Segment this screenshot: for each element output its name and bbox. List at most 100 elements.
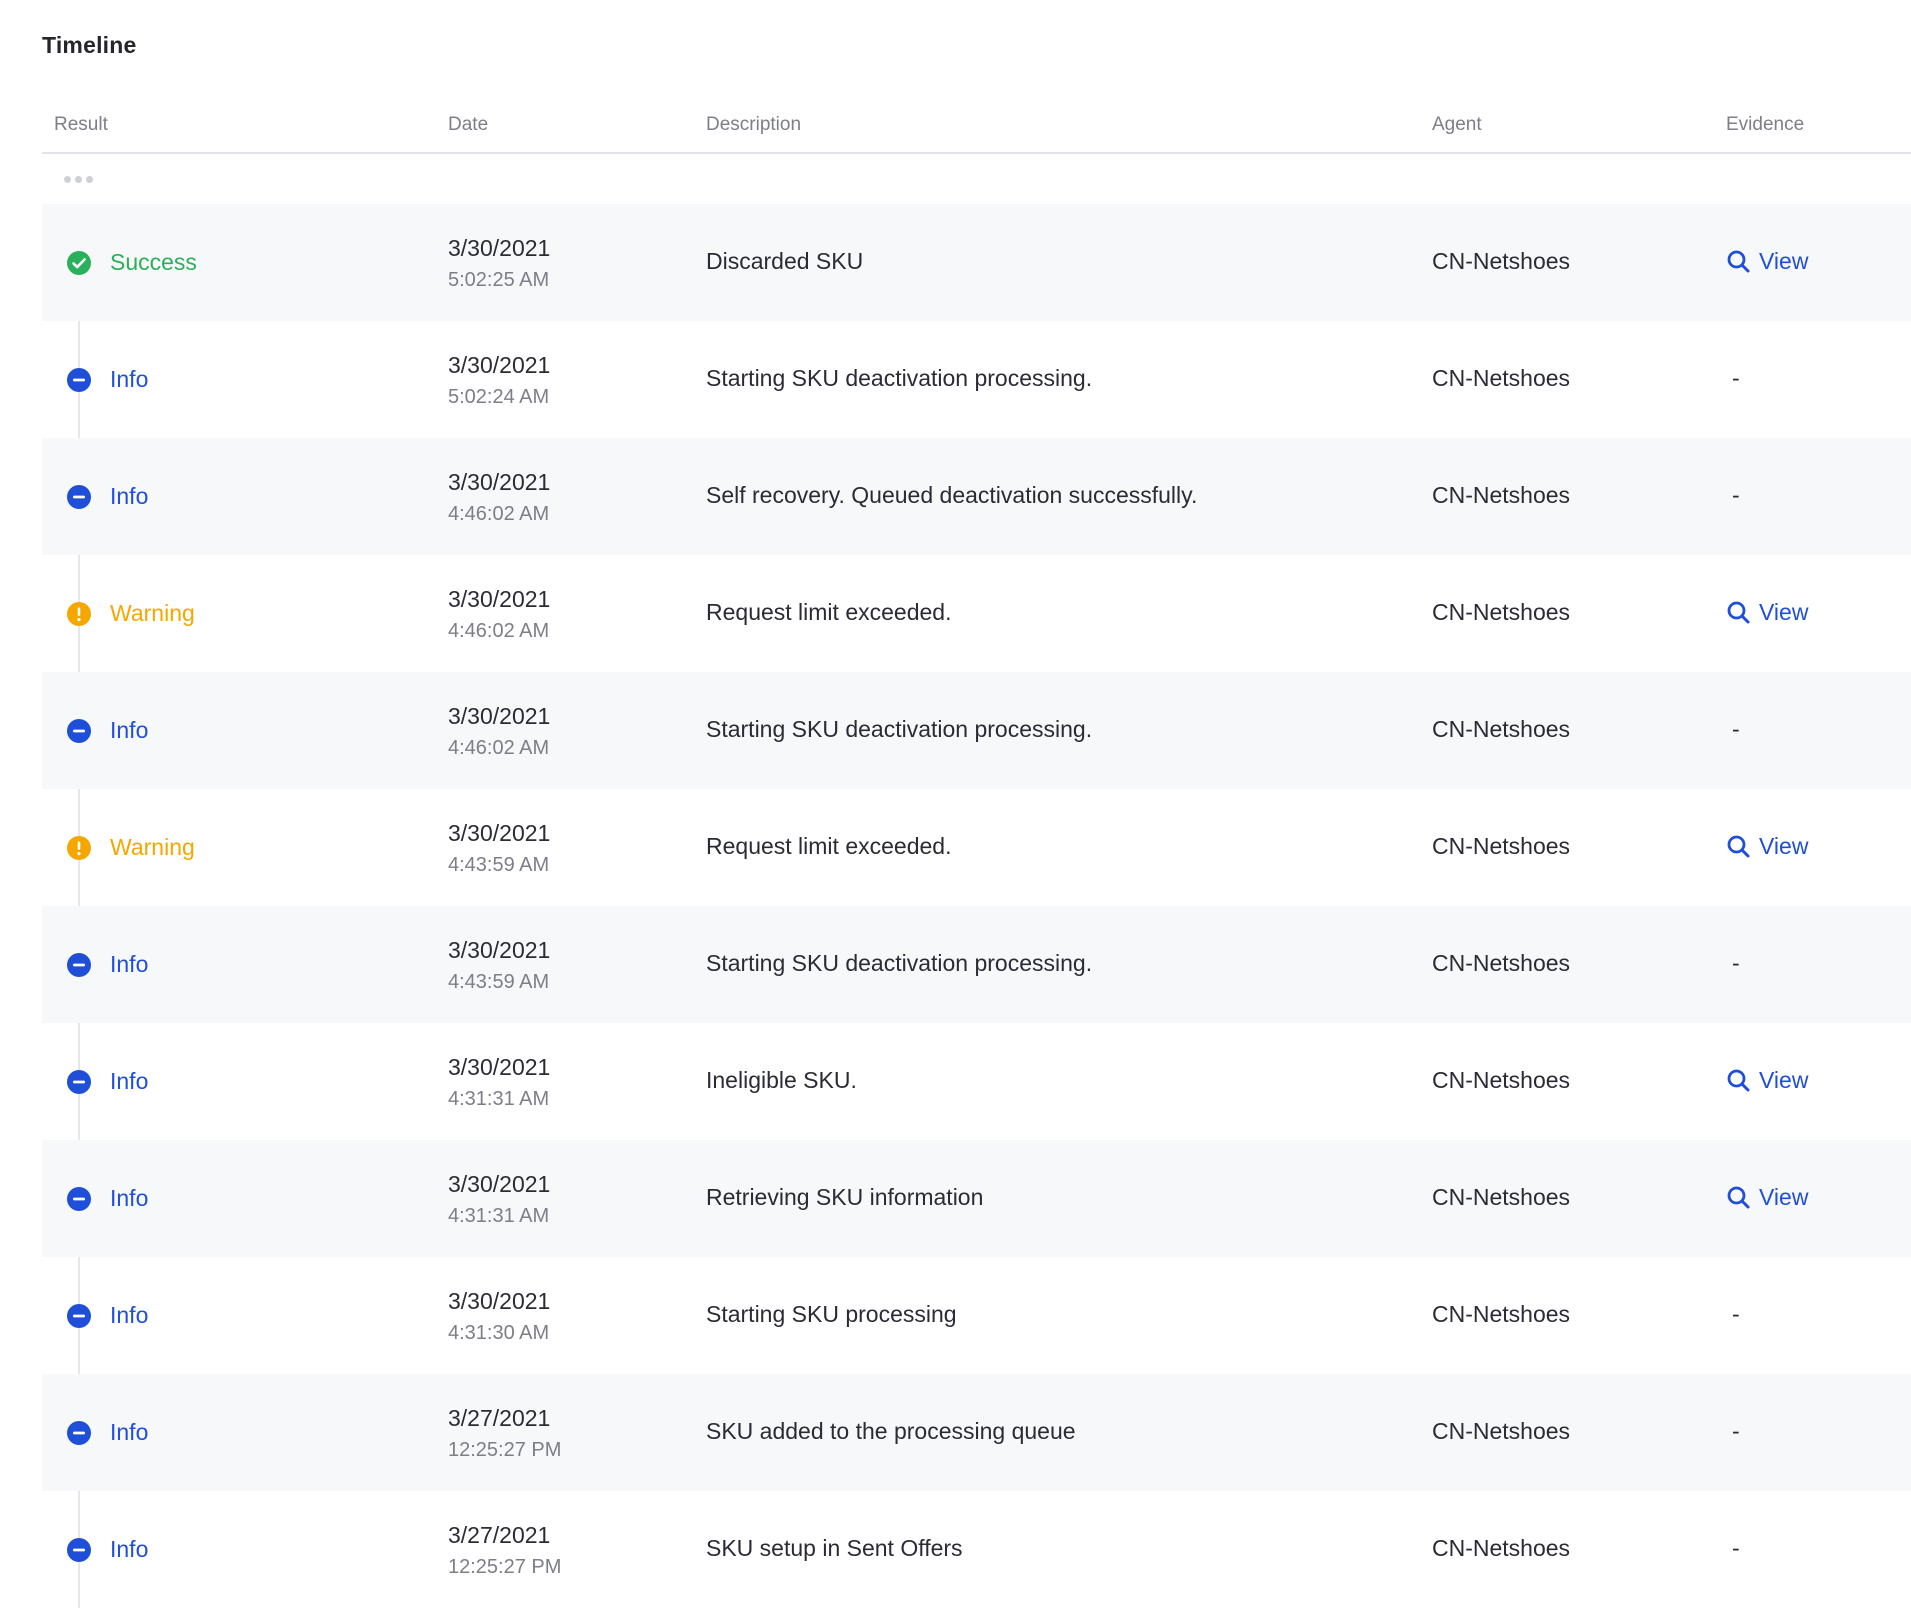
ellipsis-dot — [75, 176, 82, 183]
view-evidence-link[interactable]: View — [1726, 1067, 1808, 1094]
evidence-cell: View — [1726, 833, 1808, 865]
date-cell: 3/30/2021 4:46:02 AM — [448, 583, 550, 647]
table-row: Info 3/30/2021 4:46:02 AM Starting SKU deac… — [42, 672, 1911, 789]
date-cell: 3/27/2021 12:25:27 PM — [448, 1402, 561, 1466]
result-status: Info — [66, 1302, 148, 1329]
more-ellipsis-icon[interactable] — [64, 176, 93, 183]
agent-cell: CN-Netshoes — [1432, 599, 1571, 625]
agent-cell: CN-Netshoes — [1432, 365, 1571, 391]
date-value: 3/30/2021 — [448, 937, 551, 963]
evidence-cell: - — [1726, 1535, 1740, 1562]
time-value: 4:46:02 AM — [448, 620, 550, 642]
evidence-empty: - — [1732, 716, 1740, 742]
minus-circle-icon — [66, 1303, 92, 1329]
result-label: Warning — [110, 834, 195, 860]
description-cell: Request limit exceeded. — [706, 599, 952, 625]
minus-circle-icon — [66, 952, 92, 978]
time-value: 4:43:59 AM — [448, 971, 550, 993]
date-cell: 3/27/2021 12:25:27 PM — [448, 1519, 561, 1583]
view-evidence-link[interactable]: View — [1726, 1184, 1808, 1211]
date-value: 3/30/2021 — [448, 1054, 551, 1080]
evidence-cell: View — [1726, 1184, 1808, 1216]
result-label: Success — [110, 249, 197, 275]
time-value: 12:25:27 PM — [448, 1556, 562, 1578]
time-value: 4:31:31 AM — [448, 1205, 550, 1227]
date-cell: 3/30/2021 4:46:02 AM — [448, 466, 550, 530]
result-status: Info — [66, 366, 148, 393]
evidence-cell: View — [1726, 1067, 1808, 1099]
description-cell: SKU added to the processing queue — [706, 1418, 1076, 1444]
evidence-cell: - — [1726, 365, 1740, 392]
date-cell: 3/30/2021 4:46:02 AM — [448, 700, 550, 764]
table-row: Info 3/30/2021 4:31:30 AM Starting SKU proc… — [42, 1257, 1911, 1374]
description-cell: Ineligible SKU. — [706, 1067, 857, 1093]
result-label: Info — [110, 1302, 149, 1328]
view-evidence-link[interactable]: View — [1726, 833, 1808, 860]
check-circle-icon — [66, 250, 92, 276]
agent-cell: CN-Netshoes — [1432, 1418, 1571, 1444]
agent-cell: CN-Netshoes — [1432, 248, 1571, 274]
evidence-empty: - — [1732, 365, 1740, 391]
evidence-empty: - — [1732, 950, 1740, 976]
evidence-empty: - — [1732, 1535, 1740, 1561]
result-label: Info — [110, 366, 149, 392]
view-label: View — [1759, 599, 1809, 625]
time-value: 4:31:30 AM — [448, 1322, 550, 1344]
date-cell: 3/30/2021 4:31:31 AM — [448, 1168, 550, 1232]
result-label: Info — [110, 717, 149, 743]
timeline-table: Result Date Description Agent Evidence S… — [42, 100, 1911, 1608]
evidence-cell: View — [1726, 599, 1808, 631]
date-value: 3/30/2021 — [448, 820, 551, 846]
column-header-date: Date — [448, 114, 489, 135]
table-row: Info 3/30/2021 4:31:31 AM Ineligible SKU. CN… — [42, 1023, 1911, 1140]
description-cell: Request limit exceeded. — [706, 833, 952, 859]
agent-cell: CN-Netshoes — [1432, 1067, 1571, 1093]
search-icon — [1726, 1185, 1751, 1210]
view-evidence-link[interactable]: View — [1726, 248, 1808, 275]
time-value: 12:25:27 PM — [448, 1439, 562, 1461]
evidence-cell: - — [1726, 950, 1740, 977]
time-value: 4:43:59 AM — [448, 854, 550, 876]
result-status: Info — [66, 1419, 148, 1446]
date-value: 3/27/2021 — [448, 1522, 551, 1548]
time-value: 4:46:02 AM — [448, 503, 550, 525]
exclamation-circle-icon — [66, 601, 92, 627]
agent-cell: CN-Netshoes — [1432, 833, 1571, 859]
description-cell: SKU setup in Sent Offers — [706, 1535, 963, 1561]
result-label: Info — [110, 1068, 149, 1094]
search-icon — [1726, 1068, 1751, 1093]
description-cell: Starting SKU deactivation processing. — [706, 365, 1093, 391]
table-row: Info 3/30/2021 4:46:02 AM Self recovery. Qu… — [42, 438, 1911, 555]
date-value: 3/30/2021 — [448, 586, 551, 612]
date-value: 3/30/2021 — [448, 469, 551, 495]
minus-circle-icon — [66, 1069, 92, 1095]
table-row: Info 3/27/2021 12:25:27 PM SKU setup in Sen… — [42, 1491, 1911, 1608]
agent-cell: CN-Netshoes — [1432, 1184, 1571, 1210]
view-label: View — [1759, 833, 1809, 859]
result-status: Info — [66, 1068, 148, 1095]
view-label: View — [1759, 1184, 1809, 1210]
load-more-row[interactable] — [42, 154, 1911, 204]
evidence-empty: - — [1732, 482, 1740, 508]
search-icon — [1726, 600, 1751, 625]
evidence-empty: - — [1732, 1418, 1740, 1444]
result-status: Warning — [66, 834, 195, 861]
description-cell: Discarded SKU — [706, 248, 864, 274]
search-icon — [1726, 249, 1751, 274]
view-evidence-link[interactable]: View — [1726, 599, 1808, 626]
result-label: Info — [110, 1185, 149, 1211]
view-label: View — [1759, 248, 1809, 274]
evidence-cell: - — [1726, 482, 1740, 509]
time-value: 5:02:24 AM — [448, 386, 550, 408]
result-status: Info — [66, 483, 148, 510]
result-status: Warning — [66, 600, 195, 627]
minus-circle-icon — [66, 1420, 92, 1446]
date-value: 3/30/2021 — [448, 235, 551, 261]
description-cell: Starting SKU processing — [706, 1301, 957, 1327]
search-icon — [1726, 834, 1751, 859]
date-cell: 3/30/2021 4:31:31 AM — [448, 1051, 550, 1115]
column-header-description: Description — [706, 114, 802, 135]
ellipsis-dot — [64, 176, 71, 183]
date-cell: 3/30/2021 4:43:59 AM — [448, 934, 550, 998]
agent-cell: CN-Netshoes — [1432, 1301, 1571, 1327]
